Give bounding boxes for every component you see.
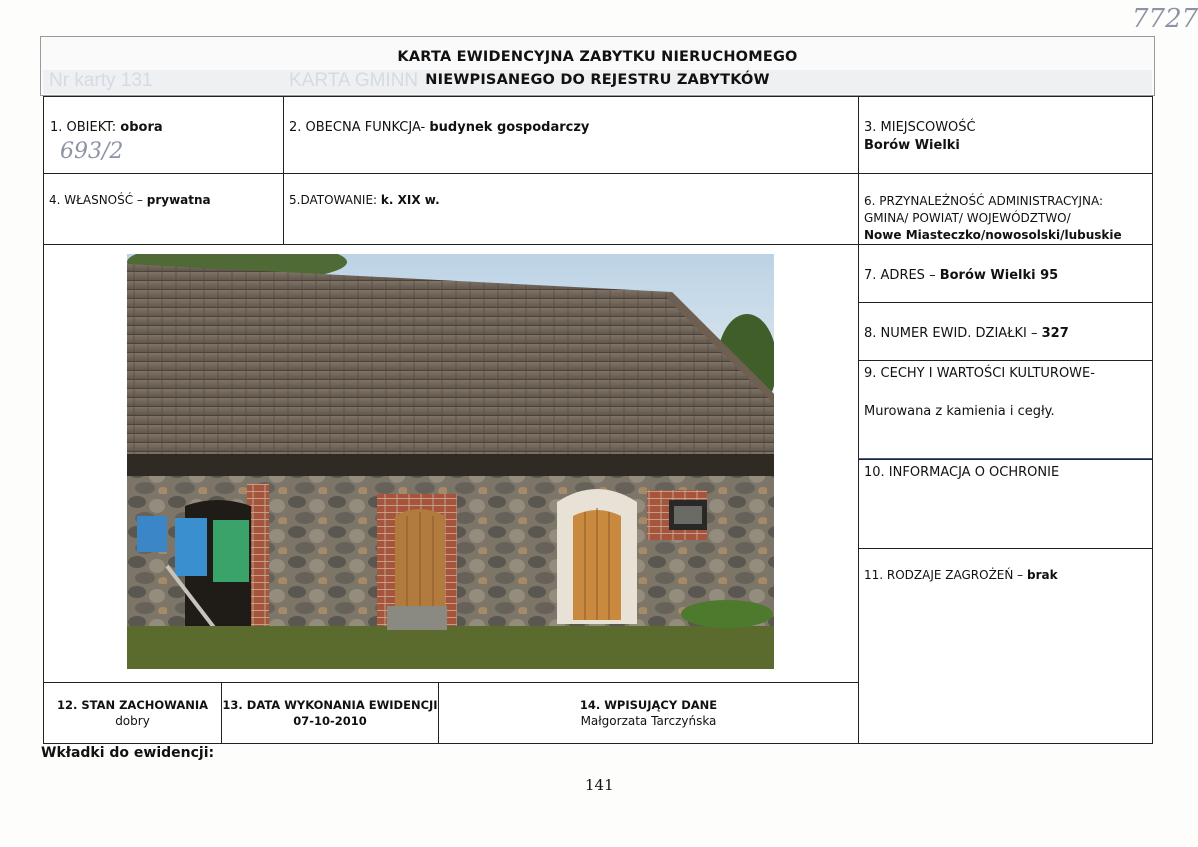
field-entered-by-label: 14. WPISUJĄCY DANE <box>579 698 718 712</box>
field-object-label: 1. OBIEKT: <box>50 120 121 135</box>
document-header: Nr karty 131 KARTA GMINN KARTA EWIDENCYJ… <box>40 36 1155 96</box>
field-protection-info: 10. INFORMACJA O OCHRONIE <box>858 459 1153 549</box>
field-threats-label: 11. RODZAJE ZAGROŻEŃ – <box>864 568 1027 582</box>
field-current-function-text: 2. OBECNA FUNKCJA- budynek gospodarczy <box>289 119 589 136</box>
field-current-function-value: budynek gospodarczy <box>429 120 590 135</box>
field-address-value: Borów Wielki 95 <box>939 268 1059 283</box>
inserts-note: Wkładki do ewidencji: <box>41 745 215 761</box>
field-parcel-number: 8. NUMER EWID. DZIAŁKI – 327 <box>858 302 1153 361</box>
header-title-line1: KARTA EWIDENCYJNA ZABYTKU NIERUCHOMEGO <box>397 49 798 65</box>
field-record-date-label: 13. DATA WYKONANIA EWIDENCJI <box>222 698 438 712</box>
field-administrative-line1: 6. PRZYNALEŻNOŚĆ ADMINISTRACYJNA: <box>864 194 1104 208</box>
field-parcel-number-value: 327 <box>1041 326 1069 341</box>
field-protection-info-label: 10. INFORMACJA O OCHRONIE <box>864 465 1060 480</box>
field-object: 1. OBIEKT: obora 693/2 <box>43 96 284 174</box>
field-entered-by: 14. WPISUJĄCY DANE Małgorzata Tarczyńska <box>438 682 859 744</box>
field-administrative-line2: GMINA/ POWIAT/ WOJEWÓDZTWO/ <box>864 211 1071 225</box>
field-address-label: 7. ADRES – <box>864 268 940 283</box>
field-object-value: obora <box>120 120 163 135</box>
field-condition-value: dobry <box>115 714 150 728</box>
field-condition-label: 12. STAN ZACHOWANIA <box>56 698 209 712</box>
field-dating-value: k. XIX w. <box>380 193 440 207</box>
field-threats: 11. RODZAJE ZAGROŻEŃ – brak <box>858 548 1153 744</box>
field-ownership: 4. WŁASNOŚĆ – prywatna <box>43 173 284 245</box>
field-condition: 12. STAN ZACHOWANIA dobry <box>43 682 222 744</box>
field-ownership-text: 4. WŁASNOŚĆ – prywatna <box>49 193 211 207</box>
field-administrative-value: Nowe Miasteczko/nowosolski/lubuskie <box>864 228 1122 242</box>
field-address: 7. ADRES – Borów Wielki 95 <box>858 244 1153 303</box>
field-threats-text: 11. RODZAJE ZAGROŻEŃ – brak <box>864 568 1058 582</box>
field-entered-by-value: Małgorzata Tarczyńska <box>580 714 717 728</box>
field-ownership-label: 4. WŁASNOŚĆ – <box>49 193 147 207</box>
handwritten-archive-number: 7727 <box>1132 4 1198 34</box>
field-locality: 3. MIEJSCOWOŚĆ Borów Wielki <box>858 96 1153 174</box>
field-locality-value: Borów Wielki <box>864 138 960 153</box>
field-ownership-value: prywatna <box>146 193 211 207</box>
field-address-text: 7. ADRES – Borów Wielki 95 <box>864 267 1058 284</box>
field-current-function-label: 2. OBECNA FUNKCJA- <box>289 120 430 135</box>
field-record-date-value: 07-10-2010 <box>293 714 367 728</box>
field-dating-label: 5.DATOWANIE: <box>289 193 381 207</box>
field-cultural-values: 9. CECHY I WARTOŚCI KULTUROWE- Murowana … <box>858 360 1153 460</box>
field-threats-value: brak <box>1027 568 1058 582</box>
field-dating-text: 5.DATOWANIE: k. XIX w. <box>289 193 440 207</box>
field-cultural-values-label: 9. CECHY I WARTOŚCI KULTUROWE- <box>864 366 1095 381</box>
field-dating: 5.DATOWANIE: k. XIX w. <box>283 173 859 245</box>
header-title-line2: NIEWPISANEGO DO REJESTRU ZABYTKÓW <box>425 72 770 88</box>
field-object-handwritten: 693/2 <box>60 139 124 164</box>
field-current-function: 2. OBECNA FUNKCJA- budynek gospodarczy <box>283 96 859 174</box>
field-object-text: 1. OBIEKT: obora <box>50 119 163 136</box>
field-parcel-number-label: 8. NUMER EWID. DZIAŁKI – <box>864 326 1042 341</box>
field-record-date: 13. DATA WYKONANIA EWIDENCJI 07-10-2010 <box>221 682 439 744</box>
field-parcel-number-text: 8. NUMER EWID. DZIAŁKI – 327 <box>864 325 1069 342</box>
page-number: 141 <box>585 776 614 794</box>
field-cultural-values-value: Murowana z kamienia i cegły. <box>864 404 1055 419</box>
field-administrative: 6. PRZYNALEŻNOŚĆ ADMINISTRACYJNA: GMINA/… <box>858 173 1153 245</box>
building-photo <box>127 254 774 669</box>
field-locality-label: 3. MIEJSCOWOŚĆ <box>864 120 976 135</box>
